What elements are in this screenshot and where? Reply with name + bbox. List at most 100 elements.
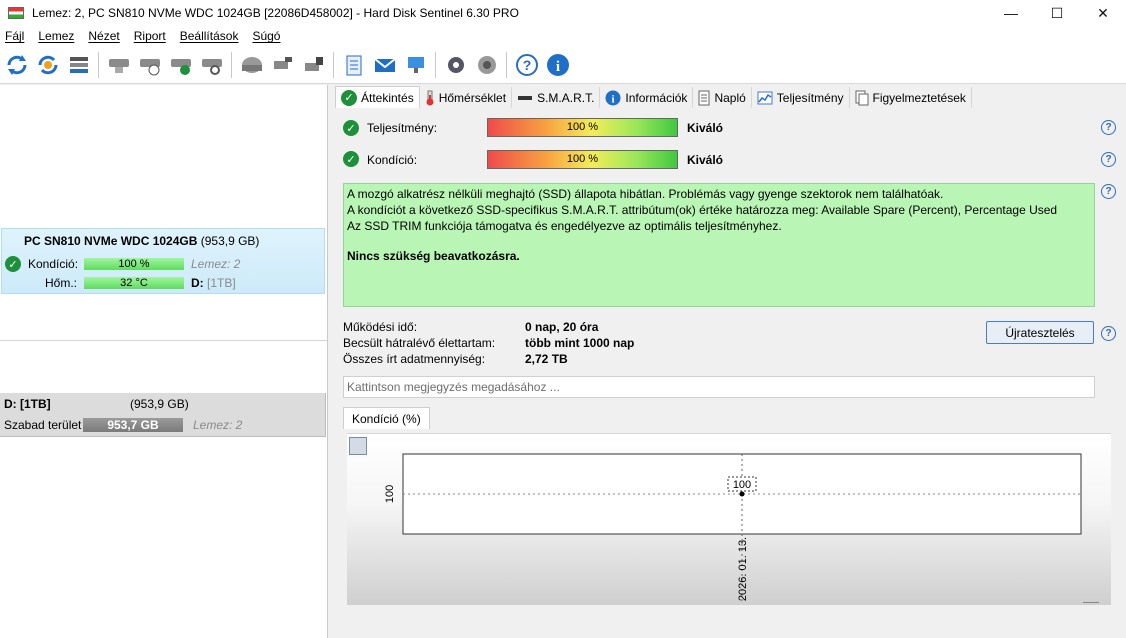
envelope-icon: [373, 57, 396, 72]
app-flag-icon: [8, 7, 24, 19]
title-bar: Lemez: 2, PC SN810 NVMe WDC 1024GB [2208…: [0, 0, 1126, 26]
disk-schedule-button[interactable]: [136, 50, 163, 80]
health-bar: 100 %: [487, 150, 678, 169]
performance-rating: Kiváló: [687, 121, 724, 135]
remaining-life-label: Becsült hátralévő élettartam:: [343, 336, 496, 350]
temperature-label: Hőm.:: [45, 276, 78, 290]
minimize-button[interactable]: —: [988, 0, 1034, 26]
volume-name: D: [1TB]: [4, 397, 51, 411]
toolbar-separator: [231, 51, 232, 78]
retest-button[interactable]: Újratesztelés: [986, 321, 1094, 344]
disk-tools-icon: [273, 56, 292, 69]
disk-list-button[interactable]: [65, 50, 92, 80]
disk-search-button[interactable]: [198, 50, 225, 80]
tab-log[interactable]: Napló: [693, 87, 752, 108]
svg-text:?: ?: [522, 57, 531, 73]
volume-card[interactable]: D: [1TB] (953,9 GB) Szabad terület 953,7…: [0, 393, 326, 437]
info-icon: i: [546, 53, 569, 76]
menu-view[interactable]: Nézet: [88, 29, 119, 43]
tab-label: Figyelmeztetések: [872, 90, 966, 105]
sound-button[interactable]: [473, 50, 500, 80]
performance-icon: [757, 91, 773, 104]
summary-action: Nincs szükség beavatkozásra.: [347, 249, 520, 263]
close-button[interactable]: ✕: [1080, 0, 1126, 26]
disk-details-button[interactable]: [105, 50, 132, 80]
performance-value: 100 %: [566, 121, 599, 133]
tab-performance[interactable]: Teljesítmény: [751, 87, 850, 108]
disk-card[interactable]: PC SN810 NVMe WDC 1024GB (953,9 GB) ✓ Ko…: [1, 228, 325, 294]
chart-scroll-handle[interactable]: [1083, 602, 1099, 603]
tab-label: Áttekintés: [361, 90, 414, 105]
performance-ok-icon: ✓: [343, 120, 359, 136]
info-icon: i: [605, 90, 621, 105]
tab-smart[interactable]: S.M.A.R.T.: [512, 87, 601, 108]
tab-temperature[interactable]: Hőmérséklet: [419, 87, 513, 108]
network-icon: [407, 56, 424, 73]
note-input[interactable]: Kattintson megjegyzés megadásához ...: [343, 376, 1095, 398]
performance-help-icon[interactable]: ?: [1101, 120, 1116, 135]
alerts-icon: [855, 90, 868, 105]
smart-icon: [518, 95, 533, 100]
health-ok-icon: ✓: [343, 151, 359, 167]
volume-disk-index: Lemez: 2: [193, 418, 243, 432]
tab-overview[interactable]: ✓ Áttekintés: [335, 86, 420, 108]
menu-settings[interactable]: Beállítások: [180, 29, 239, 43]
about-button[interactable]: i: [544, 50, 571, 80]
email-button[interactable]: [371, 50, 398, 80]
report-button[interactable]: [340, 50, 367, 80]
health-help-icon[interactable]: ?: [1101, 152, 1116, 167]
performance-bar: 100 %: [487, 118, 678, 137]
window-title: Lemez: 2, PC SN810 NVMe WDC 1024GB [2208…: [32, 6, 519, 20]
speaker-icon: [477, 55, 496, 74]
disk-tools-button[interactable]: [269, 50, 296, 80]
menu-file[interactable]: Fájl: [5, 29, 24, 43]
volume-size: (953,9 GB): [130, 397, 189, 411]
status-summary: A mozgó alkatrész nélküli meghajtó (SSD)…: [343, 183, 1095, 307]
drive-letter: D:: [191, 276, 204, 290]
notepad-icon: [346, 55, 361, 75]
disk-export-button[interactable]: [300, 50, 327, 80]
health-value: 100 %: [566, 153, 599, 165]
pane-divider: [0, 340, 327, 341]
total-written-value: 2,72 TB: [525, 352, 568, 366]
svg-text:i: i: [612, 93, 615, 105]
refresh-all-button[interactable]: [34, 50, 61, 80]
disk-list-pane: PC SN810 NVMe WDC 1024GB (953,9 GB) ✓ Ko…: [0, 85, 328, 638]
summary-help-icon[interactable]: ?: [1101, 184, 1116, 199]
hdd-clock-icon: [139, 58, 160, 75]
log-icon: [698, 90, 710, 105]
settings-button[interactable]: [442, 50, 469, 80]
help-button[interactable]: ?: [513, 50, 540, 80]
refresh-button[interactable]: [3, 50, 30, 80]
tab-alerts[interactable]: Figyelmeztetések: [849, 87, 972, 108]
menu-help[interactable]: Súgó: [252, 29, 280, 43]
tab-label: Napló: [714, 90, 746, 105]
drive-desc: [1TB]: [207, 276, 236, 290]
total-written-label: Összes írt adatmennyiség:: [343, 352, 486, 366]
power-on-label: Működési idő:: [343, 320, 418, 334]
disk-ok-button[interactable]: [167, 50, 194, 80]
toolbar-separator: [333, 51, 334, 78]
refresh-all-icon: [38, 55, 57, 74]
health-chart-area: 100 100 2026. 01. 13.: [347, 433, 1111, 605]
menu-report[interactable]: Riport: [134, 29, 166, 43]
menu-bar: Fájl Lemez Nézet Riport Beállítások Súgó: [0, 26, 1126, 46]
disk-export-icon: [304, 56, 323, 71]
surface-test-button[interactable]: [238, 50, 265, 80]
toolbar-separator: [506, 51, 507, 78]
menu-disk[interactable]: Lemez: [38, 29, 74, 43]
toolbar-separator: [98, 51, 99, 78]
tab-information[interactable]: i Információk: [600, 87, 694, 108]
tab-label: S.M.A.R.T.: [537, 90, 595, 105]
summary-line: Az SSD TRIM funkciója támogatva és enged…: [347, 219, 782, 233]
check-icon: ✓: [341, 89, 357, 106]
retest-help-icon[interactable]: ?: [1101, 326, 1116, 341]
question-icon: ?: [515, 53, 538, 76]
gear-icon: [447, 56, 464, 73]
chart-tab-health[interactable]: Kondíció (%): [343, 407, 430, 429]
power-on-value: 0 nap, 20 óra: [525, 320, 599, 334]
network-button[interactable]: [402, 50, 429, 80]
hdd-icon: [108, 58, 129, 73]
maximize-button[interactable]: ☐: [1034, 0, 1080, 26]
health-ok-icon: ✓: [5, 256, 21, 272]
